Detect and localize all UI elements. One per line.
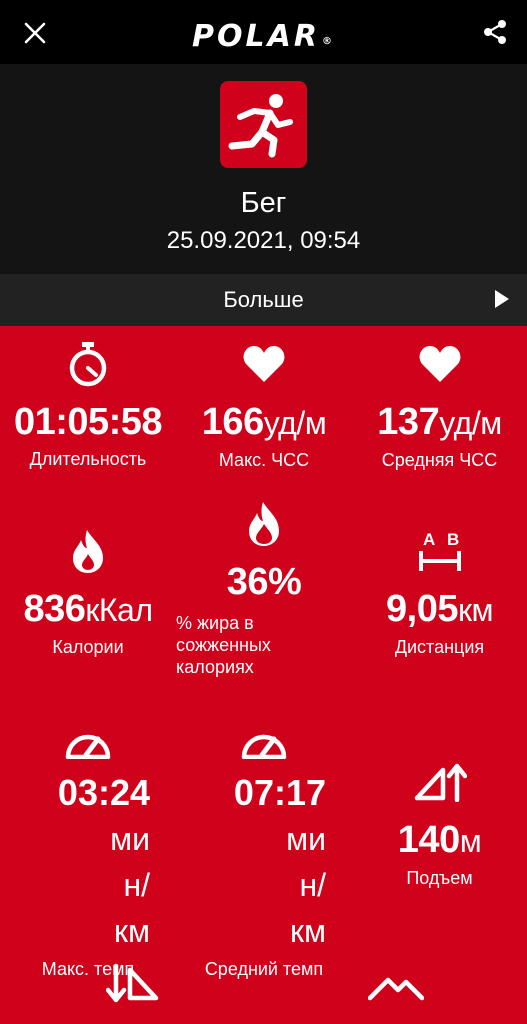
svg-text:B: B <box>447 530 459 549</box>
speedometer-icon <box>0 718 176 766</box>
fat-label-line: калориях <box>176 657 254 677</box>
stat-distance: A B 9,05км Дистанция <box>352 527 527 658</box>
stat-fat: 36% <box>176 500 352 604</box>
heart-icon <box>352 340 527 388</box>
share-icon <box>484 20 506 44</box>
ascent-value: 140 <box>397 819 460 861</box>
running-icon <box>228 93 293 157</box>
stat-ascent: 140м Подъем <box>352 758 527 889</box>
stat-calories: 836кКал Калории <box>0 527 176 658</box>
avg-pace-unit: н/ <box>299 867 326 903</box>
stat-avg-hr: 137уд/м Средняя ЧСС <box>352 340 527 471</box>
calories-unit: кКал <box>85 592 153 628</box>
calories-label: Калории <box>52 637 124 657</box>
duration-value: 01:05:58 <box>13 401 163 443</box>
mountains-icon <box>367 972 425 1007</box>
fat-label-line: % жира в <box>176 613 254 633</box>
max-hr-label: Макс. ЧСС <box>218 450 310 470</box>
avg-pace-unit: ми <box>286 821 326 857</box>
svg-text:A: A <box>423 530 435 549</box>
more-bar[interactable]: Больше <box>0 274 527 326</box>
stat-duration: 01:05:58 Длительность <box>0 340 176 470</box>
max-hr-value: 166 <box>201 401 264 443</box>
avg-pace-value: 07:17 <box>233 772 326 813</box>
distance-label: Дистанция <box>394 637 485 657</box>
flame-icon <box>0 527 176 575</box>
ascent-icon <box>352 758 527 806</box>
sport-tile <box>220 81 307 168</box>
ascent-label: Подъем <box>406 868 473 888</box>
stopwatch-icon <box>0 340 176 388</box>
close-button[interactable] <box>18 16 52 50</box>
session-date: 25.09.2021, 09:54 <box>166 227 361 254</box>
close-icon <box>24 22 46 44</box>
speedometer-icon <box>176 718 352 766</box>
distance-ab-icon: A B <box>352 527 527 575</box>
avg-pace-unit: км <box>290 913 326 949</box>
calories-value: 836 <box>23 588 86 630</box>
descent-icon <box>105 962 160 1009</box>
play-arrow-icon <box>495 290 509 308</box>
fat-value: 36% <box>226 561 302 603</box>
top-bar: POLAR ® <box>0 0 527 64</box>
distance-value: 9,05 <box>386 588 458 630</box>
max-pace-unit: н/ <box>123 867 150 903</box>
more-label: Больше <box>223 287 304 312</box>
avg-hr-value: 137 <box>377 401 440 443</box>
max-hr-unit: уд/м <box>263 405 327 441</box>
max-pace-value: 03:24 <box>57 772 150 813</box>
session-header: Бег 25.09.2021, 09:54 <box>0 64 527 274</box>
avg-pace-label: Средний темп <box>204 959 324 979</box>
avg-hr-unit: уд/м <box>439 405 502 441</box>
stat-max-hr: 166уд/м Макс. ЧСС <box>176 340 352 471</box>
fat-label: % жира в сожженных калориях <box>176 612 271 678</box>
stat-max-pace: 03:24 ми н/ км Макс. темп <box>0 718 176 980</box>
logo-mark: ® <box>321 36 335 47</box>
fat-label-line: сожженных <box>176 635 271 655</box>
ascent-unit: м <box>459 823 482 859</box>
stat-avg-pace: 07:17 ми н/ км Средний темп <box>176 718 352 980</box>
max-pace-unit: ми <box>110 821 150 857</box>
polar-logo: POLAR ® <box>192 14 335 60</box>
distance-unit: км <box>457 592 494 628</box>
duration-label: Длительность <box>29 449 147 469</box>
flame-outline-icon <box>176 500 352 548</box>
sport-name: Бег <box>240 187 287 219</box>
max-pace-unit: км <box>114 913 150 949</box>
heart-icon <box>176 340 352 388</box>
avg-hr-label: Средняя ЧСС <box>381 450 498 470</box>
share-button[interactable] <box>477 14 513 50</box>
logo-text: POLAR <box>192 19 320 54</box>
